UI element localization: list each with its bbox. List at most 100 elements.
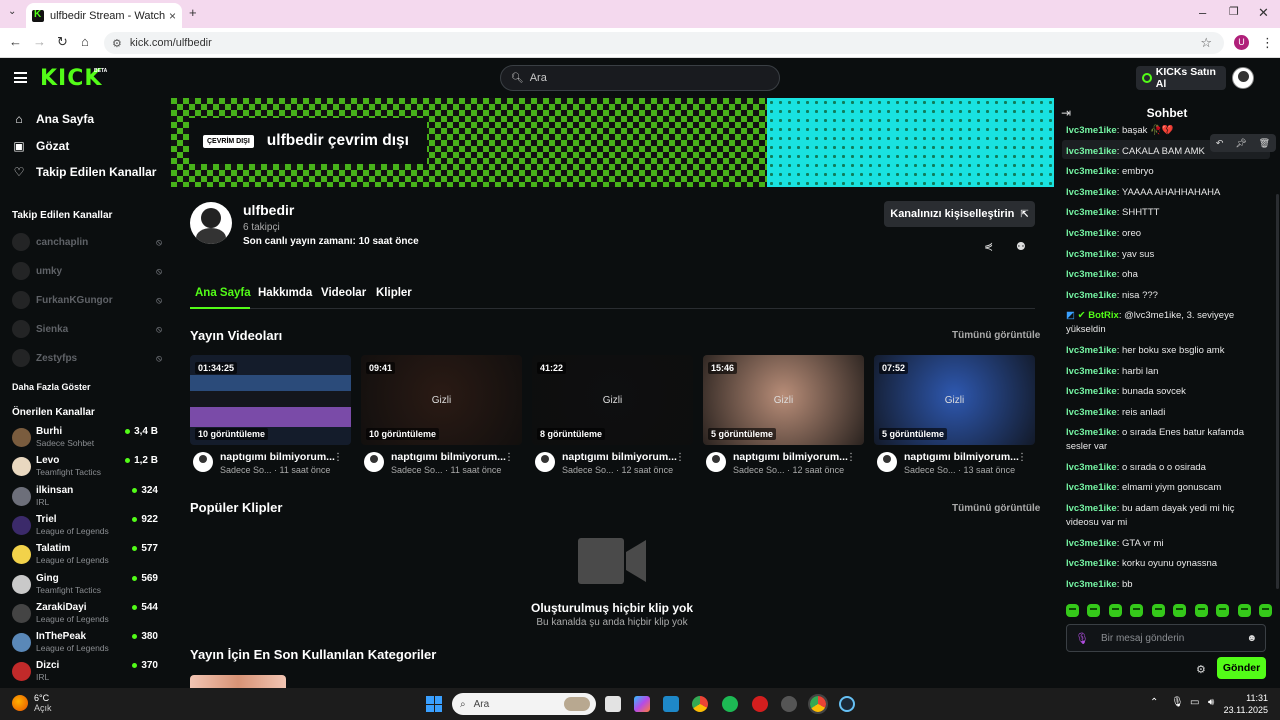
avatar[interactable] bbox=[877, 452, 897, 472]
minimize-icon[interactable]: – bbox=[1199, 5, 1206, 20]
followed-channel[interactable]: canchaplin ⦸ bbox=[12, 232, 162, 252]
taskbar-search[interactable]: ⌕ Ara bbox=[452, 693, 596, 715]
nav-home[interactable]: ⌂ Ana Sayfa bbox=[12, 112, 94, 126]
avatar[interactable] bbox=[364, 452, 384, 472]
followed-channel[interactable]: Sienka ⦸ bbox=[12, 319, 162, 339]
clips-see-all-link[interactable]: Tümünü görüntüle bbox=[952, 503, 1040, 514]
video-thumbnail[interactable]: 09:41 Gizli 10 görüntüleme bbox=[361, 355, 522, 445]
chat-username[interactable]: lvc3me1ike bbox=[1066, 269, 1117, 280]
video-card[interactable]: 15:46 Gizli 5 görüntüleme naptıgımı bilmiyo… bbox=[703, 355, 864, 480]
chat-username[interactable]: lvc3me1ike bbox=[1066, 207, 1117, 218]
reload-icon[interactable]: ↻ bbox=[57, 34, 68, 50]
chat-message[interactable]: lvc3me1ike: oha bbox=[1066, 268, 1266, 282]
recommended-channel[interactable]: Ging Teamfight Tactics 569 bbox=[12, 573, 162, 599]
video-thumbnail[interactable]: 01:34:25 10 görüntüleme bbox=[190, 355, 351, 445]
buy-kicks-button[interactable]: KICKs Satın Al bbox=[1136, 66, 1226, 90]
chat-settings-icon[interactable]: ⚙ bbox=[1196, 663, 1206, 676]
customize-channel-button[interactable]: Kanalınızı kişiselleştirin ⇱ bbox=[884, 201, 1035, 227]
chat-message[interactable]: lvc3me1ike: GTA vr mi bbox=[1066, 537, 1266, 551]
chat-message[interactable]: lvc3me1ike: embryo bbox=[1066, 165, 1266, 179]
video-card[interactable]: 01:34:25 10 görüntüleme naptıgımı bilmiyor… bbox=[190, 355, 351, 480]
chat-message[interactable]: lvc3me1ike: SHHTTT bbox=[1066, 206, 1266, 220]
show-more-link[interactable]: Daha Fazla Göster bbox=[12, 382, 91, 392]
chat-message[interactable]: ◩ ✔ BotRix: @lvc3me1ike, 3. seviyeye yük… bbox=[1066, 309, 1266, 337]
category-thumbnail[interactable] bbox=[190, 675, 286, 688]
chat-message[interactable]: lvc3me1ike: her boku sxe bsglio amk bbox=[1066, 344, 1266, 358]
followed-channel[interactable]: Zestyfps ⦸ bbox=[12, 348, 162, 368]
recommended-channel[interactable]: Levo Teamfight Tactics 1,2 B bbox=[12, 455, 162, 481]
video-card[interactable]: 41:22 Gizli 8 görüntüleme naptıgımı bilmiyo… bbox=[532, 355, 693, 480]
spotify-icon[interactable] bbox=[722, 696, 738, 712]
chat-message[interactable]: lvc3me1ike: harbi lan bbox=[1066, 365, 1266, 379]
more-options-icon[interactable]: ⋮ bbox=[504, 452, 514, 463]
chat-username[interactable]: lvc3me1ike bbox=[1066, 386, 1117, 397]
emote-icon[interactable] bbox=[1237, 604, 1251, 617]
avatar[interactable] bbox=[535, 452, 555, 472]
chat-username[interactable]: lvc3me1ike bbox=[1066, 290, 1117, 301]
video-title[interactable]: naptıgımı bilmiyorum... bbox=[733, 451, 848, 463]
browser-tab[interactable]: ulfbedir Stream - Watch Live on Kick × bbox=[26, 3, 182, 28]
chat-message[interactable]: lvc3me1ike: o sırada Enes batur kafamda … bbox=[1066, 426, 1266, 454]
red-app-icon[interactable] bbox=[752, 696, 768, 712]
recommended-channel[interactable]: Burhi Sadece Sohbet 3,4 B bbox=[12, 426, 162, 452]
steam-icon[interactable] bbox=[839, 696, 855, 712]
emote-icon[interactable] bbox=[1194, 604, 1208, 617]
emote-icon[interactable] bbox=[1173, 604, 1187, 617]
followed-channel[interactable]: umky ⦸ bbox=[12, 261, 162, 281]
chat-message[interactable]: lvc3me1ike: nisa ??? bbox=[1066, 289, 1266, 303]
emote-icon[interactable] bbox=[1258, 604, 1272, 617]
chat-username[interactable]: lvc3me1ike bbox=[1066, 558, 1117, 569]
channel-avatar[interactable] bbox=[190, 202, 232, 244]
recommended-channel[interactable]: ZarakiDayi League of Legends 544 bbox=[12, 602, 162, 628]
more-options-icon[interactable]: ⋮ bbox=[1017, 452, 1027, 463]
chat-message[interactable]: lvc3me1ike: elmami yiym gonuscam bbox=[1066, 481, 1266, 495]
copilot-icon[interactable] bbox=[634, 696, 650, 712]
recommended-channel[interactable]: Talatim League of Legends 577 bbox=[12, 543, 162, 569]
nav-browse[interactable]: ▣ Gözat bbox=[12, 139, 69, 153]
mic-tray-icon[interactable]: 🎙︎ bbox=[1171, 697, 1184, 708]
emote-icon[interactable] bbox=[1087, 604, 1101, 617]
pin-icon[interactable]: 📌︎ bbox=[1235, 138, 1246, 149]
search-input[interactable]: 🔍︎ Ara bbox=[500, 65, 780, 91]
emote-icon[interactable] bbox=[1066, 604, 1079, 617]
browser-profile-avatar[interactable]: U bbox=[1234, 35, 1249, 50]
manage-user-icon[interactable]: ⚉ bbox=[1016, 240, 1026, 253]
chat-username[interactable]: lvc3me1ike bbox=[1066, 579, 1117, 590]
chat-username[interactable]: lvc3me1ike bbox=[1066, 503, 1117, 514]
tray-chevron-icon[interactable]: ⌃ bbox=[1150, 697, 1158, 708]
followed-channel[interactable]: FurkanKGungor ⦸ bbox=[12, 290, 162, 310]
overwolf-icon[interactable] bbox=[781, 696, 797, 712]
chat-message[interactable]: lvc3me1ike: reis anladi bbox=[1066, 406, 1266, 420]
restore-icon[interactable]: ❐ bbox=[1229, 5, 1239, 18]
recommended-channel[interactable]: ilkinsan IRL 324 bbox=[12, 485, 162, 511]
weather-widget[interactable]: 6°C Açık bbox=[12, 693, 52, 713]
site-info-icon[interactable]: ⚙ bbox=[112, 37, 122, 50]
clock[interactable]: 11:31 23.11.2025 bbox=[1224, 692, 1268, 716]
send-button[interactable]: Gönder bbox=[1217, 657, 1266, 679]
bookmark-star-icon[interactable]: ☆ bbox=[1200, 35, 1212, 51]
recommended-channel[interactable]: Dizci IRL 370 bbox=[12, 660, 162, 686]
chat-username[interactable]: lvc3me1ike bbox=[1066, 228, 1117, 239]
emote-icon[interactable] bbox=[1108, 604, 1122, 617]
chrome-active-icon[interactable] bbox=[808, 694, 828, 714]
video-card[interactable]: 07:52 Gizli 5 görüntüleme naptıgımı bilmiyo… bbox=[874, 355, 1035, 480]
chat-username[interactable]: lvc3me1ike bbox=[1066, 407, 1117, 418]
tab-list-icon[interactable]: ⌄ bbox=[8, 6, 16, 17]
forward-icon[interactable]: → bbox=[33, 34, 46, 49]
more-options-icon[interactable]: ⋮ bbox=[675, 452, 685, 463]
url-field[interactable]: ⚙ kick.com/ulfbedir ☆ bbox=[104, 32, 1224, 54]
chat-username[interactable]: lvc3me1ike bbox=[1066, 146, 1117, 157]
emote-icon[interactable] bbox=[1216, 604, 1230, 617]
video-thumbnail[interactable]: 15:46 Gizli 5 görüntüleme bbox=[703, 355, 864, 445]
chat-username[interactable]: lvc3me1ike bbox=[1066, 366, 1117, 377]
emoji-icon[interactable]: ☻ bbox=[1246, 633, 1257, 644]
chat-scrollbar[interactable] bbox=[1276, 194, 1279, 589]
video-title[interactable]: naptıgımı bilmiyorum... bbox=[562, 451, 677, 463]
avatar[interactable] bbox=[706, 452, 726, 472]
windows-start-icon[interactable] bbox=[426, 696, 442, 712]
chat-username[interactable]: lvc3me1ike bbox=[1066, 166, 1117, 177]
recommended-channel[interactable]: InThePeak League of Legends 380 bbox=[12, 631, 162, 657]
chat-username[interactable]: lvc3me1ike bbox=[1066, 345, 1117, 356]
chat-username[interactable]: lvc3me1ike bbox=[1066, 482, 1117, 493]
chat-message[interactable]: lvc3me1ike: bb bbox=[1066, 578, 1266, 592]
